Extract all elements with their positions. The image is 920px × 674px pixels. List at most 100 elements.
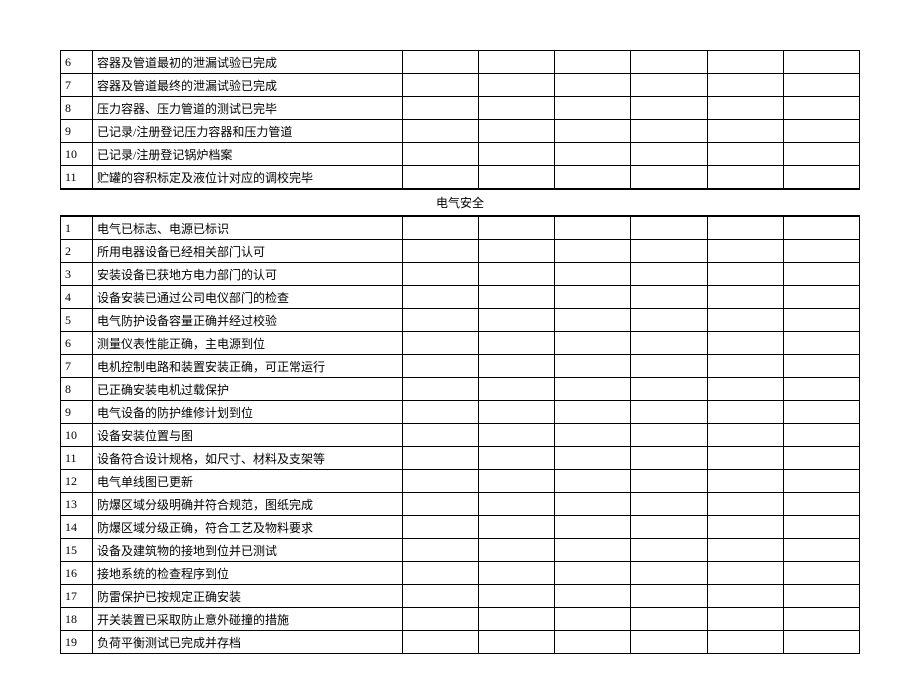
- row-description: 电机控制电路和装置安装正确，可正常运行: [93, 355, 403, 378]
- row-number: 16: [61, 562, 93, 585]
- empty-cell: [631, 378, 707, 401]
- empty-cell: [631, 516, 707, 539]
- empty-cell: [707, 143, 783, 166]
- table-row: 8已正确安装电机过载保护: [61, 378, 860, 401]
- empty-cell: [479, 240, 555, 263]
- empty-cell: [403, 286, 479, 309]
- empty-cell: [555, 401, 631, 424]
- row-description: 电气已标志、电源已标识: [93, 217, 403, 240]
- empty-cell: [403, 631, 479, 654]
- empty-cell: [783, 378, 859, 401]
- empty-cell: [707, 97, 783, 120]
- empty-cell: [631, 143, 707, 166]
- empty-cell: [783, 97, 859, 120]
- empty-cell: [707, 608, 783, 631]
- empty-cell: [555, 470, 631, 493]
- row-description: 电气设备的防护维修计划到位: [93, 401, 403, 424]
- row-number: 4: [61, 286, 93, 309]
- empty-cell: [555, 447, 631, 470]
- table-row: 13防爆区域分级明确并符合规范，图纸完成: [61, 493, 860, 516]
- row-number: 3: [61, 263, 93, 286]
- empty-cell: [479, 74, 555, 97]
- empty-cell: [631, 51, 707, 74]
- empty-cell: [783, 585, 859, 608]
- row-number: 15: [61, 539, 93, 562]
- empty-cell: [631, 240, 707, 263]
- empty-cell: [479, 355, 555, 378]
- empty-cell: [783, 286, 859, 309]
- row-description: 电气单线图已更新: [93, 470, 403, 493]
- empty-cell: [403, 263, 479, 286]
- empty-cell: [403, 74, 479, 97]
- empty-cell: [707, 309, 783, 332]
- empty-cell: [631, 74, 707, 97]
- row-description: 负荷平衡测试已完成并存档: [93, 631, 403, 654]
- empty-cell: [555, 240, 631, 263]
- row-number: 13: [61, 493, 93, 516]
- empty-cell: [555, 378, 631, 401]
- empty-cell: [707, 240, 783, 263]
- empty-cell: [707, 74, 783, 97]
- empty-cell: [555, 217, 631, 240]
- empty-cell: [479, 217, 555, 240]
- row-number: 10: [61, 424, 93, 447]
- empty-cell: [707, 166, 783, 189]
- empty-cell: [631, 493, 707, 516]
- table-row: 11设备符合设计规格，如尺寸、材料及支架等: [61, 447, 860, 470]
- empty-cell: [707, 562, 783, 585]
- empty-cell: [783, 447, 859, 470]
- row-description: 防爆区域分级正确，符合工艺及物料要求: [93, 516, 403, 539]
- empty-cell: [479, 166, 555, 189]
- empty-cell: [783, 355, 859, 378]
- empty-cell: [783, 424, 859, 447]
- checklist-section-2: 1电气已标志、电源已标识2所用电器设备已经相关部门认可3安装设备已获地方电力部门…: [60, 216, 860, 654]
- empty-cell: [479, 562, 555, 585]
- row-number: 1: [61, 217, 93, 240]
- empty-cell: [555, 562, 631, 585]
- table-row: 9电气设备的防护维修计划到位: [61, 401, 860, 424]
- row-description: 防雷保护已按规定正确安装: [93, 585, 403, 608]
- empty-cell: [555, 51, 631, 74]
- empty-cell: [707, 217, 783, 240]
- row-number: 19: [61, 631, 93, 654]
- empty-cell: [555, 355, 631, 378]
- empty-cell: [783, 332, 859, 355]
- empty-cell: [707, 516, 783, 539]
- section-header-electrical: 电气安全: [60, 190, 860, 216]
- empty-cell: [707, 631, 783, 654]
- empty-cell: [479, 493, 555, 516]
- empty-cell: [707, 355, 783, 378]
- row-description: 贮罐的容积标定及液位计对应的调校完毕: [93, 166, 403, 189]
- empty-cell: [783, 539, 859, 562]
- empty-cell: [479, 424, 555, 447]
- row-description: 设备符合设计规格，如尺寸、材料及支架等: [93, 447, 403, 470]
- table-row: 1电气已标志、电源已标识: [61, 217, 860, 240]
- empty-cell: [555, 516, 631, 539]
- row-description: 容器及管道最终的泄漏试验已完成: [93, 74, 403, 97]
- empty-cell: [555, 74, 631, 97]
- empty-cell: [403, 562, 479, 585]
- row-description: 测量仪表性能正确，主电源到位: [93, 332, 403, 355]
- row-number: 8: [61, 378, 93, 401]
- row-number: 7: [61, 355, 93, 378]
- empty-cell: [479, 143, 555, 166]
- row-number: 2: [61, 240, 93, 263]
- empty-cell: [555, 143, 631, 166]
- table-row: 3安装设备已获地方电力部门的认可: [61, 263, 860, 286]
- empty-cell: [479, 631, 555, 654]
- table-row: 5电气防护设备容量正确并经过校验: [61, 309, 860, 332]
- empty-cell: [479, 51, 555, 74]
- empty-cell: [403, 166, 479, 189]
- row-number: 11: [61, 166, 93, 189]
- table-row: 8压力容器、压力管道的测试已完毕: [61, 97, 860, 120]
- empty-cell: [631, 97, 707, 120]
- empty-cell: [403, 516, 479, 539]
- row-number: 17: [61, 585, 93, 608]
- empty-cell: [783, 493, 859, 516]
- table-row: 14防爆区域分级正确，符合工艺及物料要求: [61, 516, 860, 539]
- empty-cell: [783, 401, 859, 424]
- empty-cell: [783, 516, 859, 539]
- empty-cell: [707, 401, 783, 424]
- empty-cell: [631, 166, 707, 189]
- empty-cell: [555, 309, 631, 332]
